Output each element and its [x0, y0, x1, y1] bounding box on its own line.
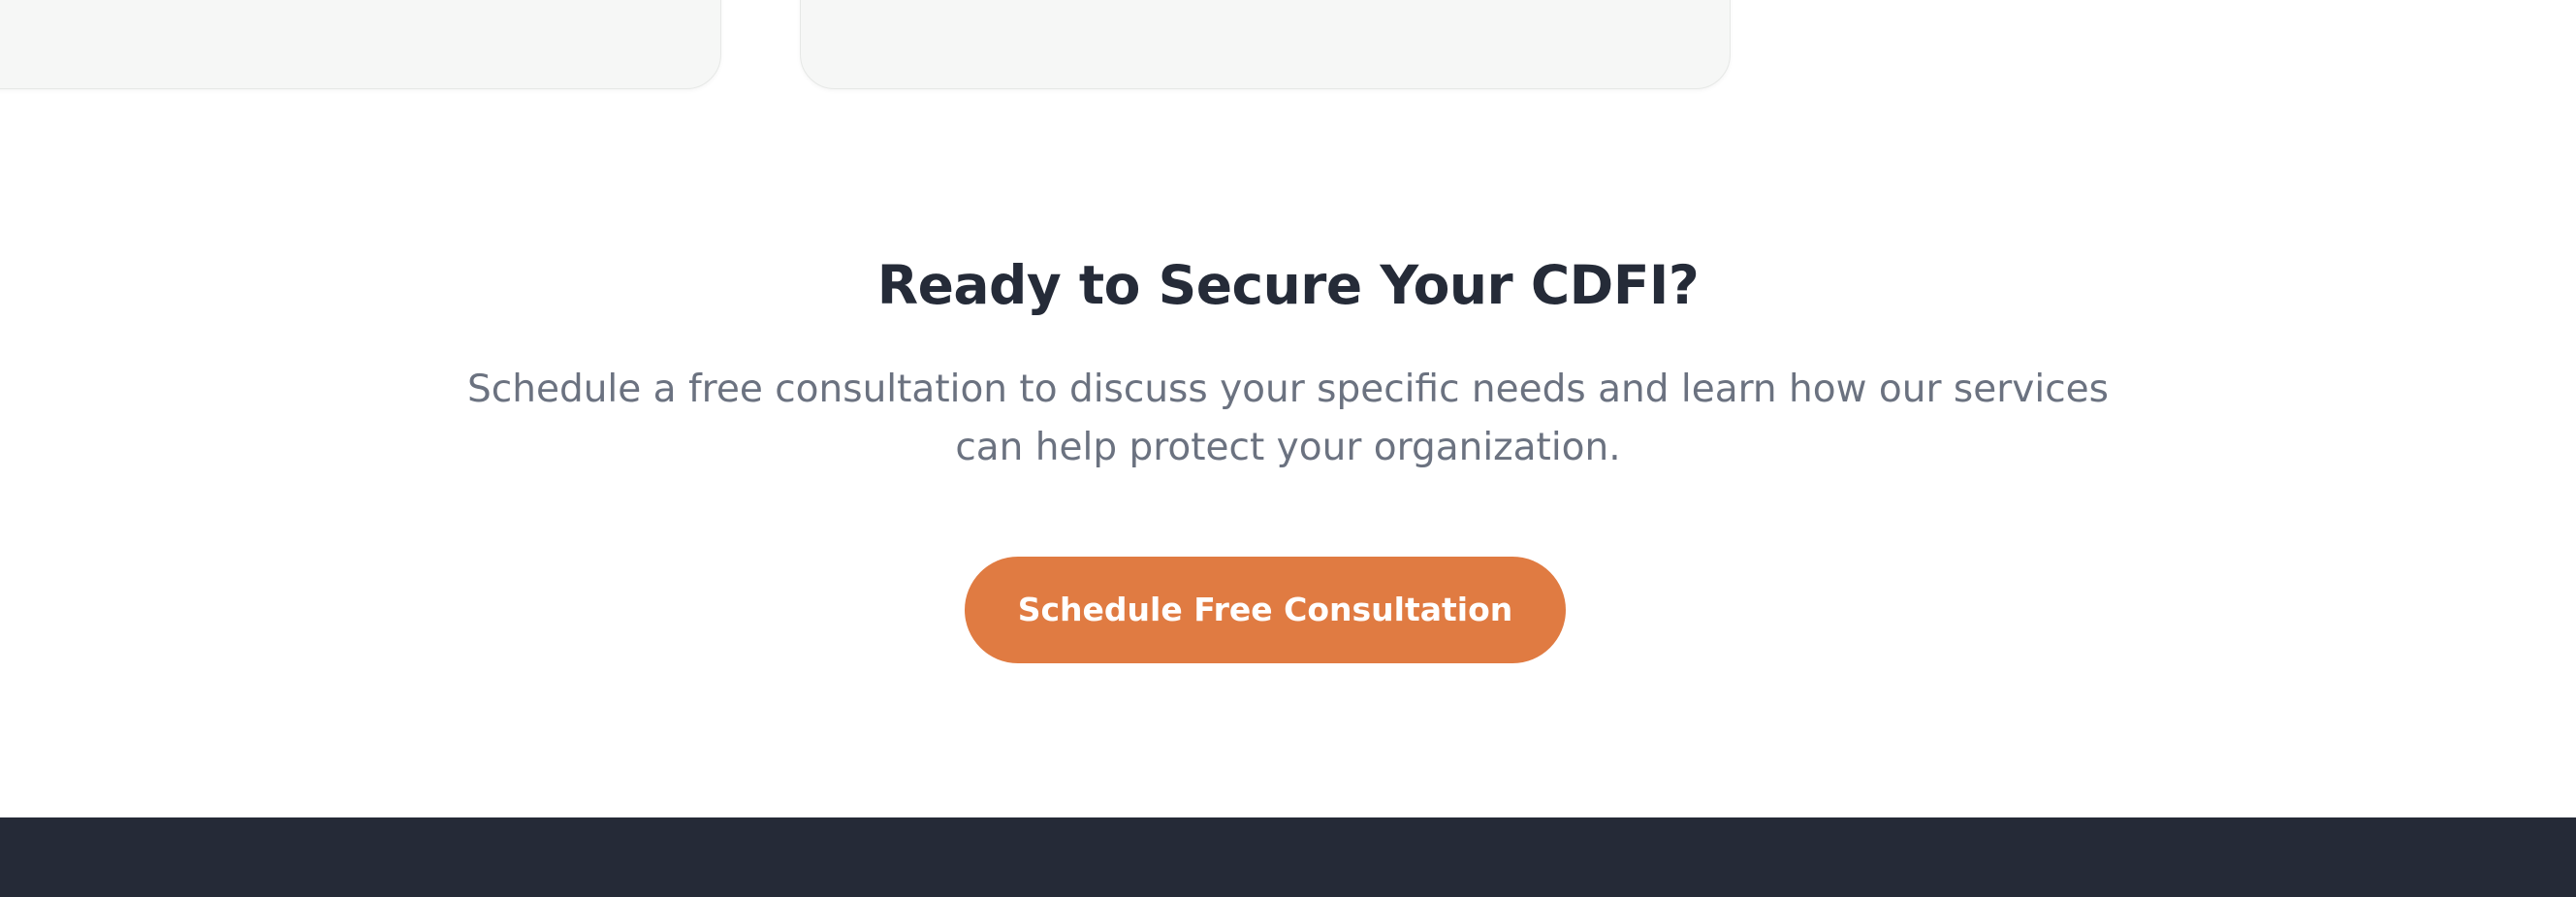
cta-description: Schedule a free consultation to discuss …: [467, 368, 2109, 469]
feature-card-left: [0, 0, 721, 89]
cta-title: Ready to Secure Your CDFI?: [876, 254, 1700, 316]
feature-card-right: [800, 0, 1731, 89]
schedule-consultation-button[interactable]: Schedule Free Consultation: [965, 557, 1566, 663]
footer: [0, 817, 2576, 897]
page: Ready to Secure Your CDFI? Schedule a fr…: [0, 0, 2576, 897]
